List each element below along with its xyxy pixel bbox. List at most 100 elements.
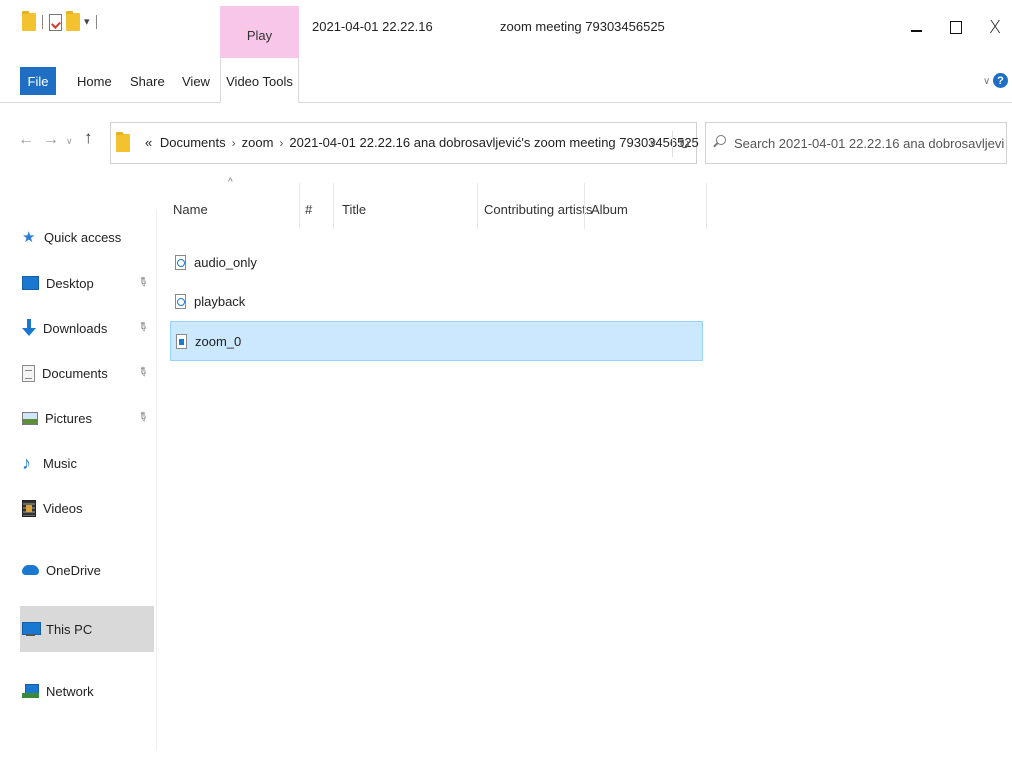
forward-arrow-icon[interactable]: →	[43, 131, 59, 149]
up-arrow-icon[interactable]: ↑	[84, 128, 93, 148]
quick-access-toolbar: ▾	[22, 11, 99, 31]
sidebar-item-documents[interactable]: Documents	[22, 361, 108, 385]
sidebar-item-label: Videos	[43, 500, 83, 516]
sidebar-item-label: OneDrive	[46, 562, 101, 578]
toolbar-divider	[95, 15, 97, 29]
file-row[interactable]: audio_only	[170, 242, 703, 282]
download-icon	[22, 319, 36, 337]
address-bar[interactable]: « Documents › zoom › 2021-04-01 22.22.16 ana…	[110, 122, 699, 164]
back-arrow-icon[interactable]: ←	[18, 131, 34, 149]
toolbar-divider	[42, 15, 43, 29]
window-title-date: 2021-04-01 22.22.16	[312, 19, 433, 34]
tab-home[interactable]: Home	[77, 74, 112, 89]
context-tab-label: Play	[246, 28, 273, 43]
file-row[interactable]: playback	[170, 281, 703, 321]
videos-icon	[22, 499, 36, 517]
ribbon-tabs: File Home Share View Video Tools ∨ ?	[0, 58, 1012, 103]
column-divider[interactable]	[299, 183, 300, 229]
sidebar-item-label: Quick access	[44, 229, 122, 245]
refresh-button[interactable]: ↻	[672, 131, 696, 157]
breadcrumb-item-zoom[interactable]: zoom	[242, 135, 274, 150]
sidebar-item-downloads[interactable]: Downloads	[22, 316, 107, 340]
pin-icon[interactable]: ✎	[135, 408, 151, 425]
sidebar-item-label: This PC	[46, 621, 93, 637]
pin-icon[interactable]: ✎	[135, 363, 151, 380]
column-divider[interactable]	[477, 183, 478, 229]
customize-toolbar-chevron-icon[interactable]: ▾	[84, 16, 90, 28]
context-tab-header: Play	[220, 6, 299, 58]
window-title-name: zoom meeting 79303456525	[500, 19, 665, 34]
tab-view[interactable]: View	[182, 74, 210, 89]
refresh-icon: ↻	[678, 135, 691, 152]
sidebar-item-label: Downloads	[43, 320, 108, 336]
pin-icon[interactable]: ✎	[135, 273, 151, 290]
network-icon	[22, 683, 39, 699]
minimize-icon	[910, 30, 922, 32]
sidebar-item-desktop[interactable]: Desktop	[22, 271, 94, 295]
column-header-contributing-artists[interactable]: Contributing artists	[484, 202, 592, 217]
tab-file[interactable]: File	[20, 67, 56, 95]
this-pc-icon	[22, 622, 41, 636]
pin-icon[interactable]: ✎	[135, 318, 151, 335]
video-file-icon	[176, 333, 187, 349]
sidebar-item-this-pc[interactable]: This PC	[22, 617, 92, 641]
breadcrumb-item-documents[interactable]: Documents	[160, 135, 226, 150]
tab-share[interactable]: Share	[130, 74, 165, 89]
sidebar-item-quick-access[interactable]: ★ Quick access	[22, 225, 121, 249]
breadcrumb: « Documents › zoom › 2021-04-01 22.22.16 ana…	[145, 135, 699, 150]
column-header-name[interactable]: Name	[173, 202, 208, 217]
music-icon: ♪	[22, 453, 31, 473]
minimize-button[interactable]	[896, 12, 936, 42]
media-file-icon	[175, 254, 186, 270]
sidebar-item-network[interactable]: Network	[22, 679, 94, 703]
tab-video-tools-label: Video Tools	[226, 74, 293, 89]
media-file-icon	[175, 293, 186, 309]
properties-icon[interactable]	[49, 13, 62, 31]
sidebar-item-label: Desktop	[46, 275, 94, 291]
recent-locations-chevron-icon[interactable]: ∨	[66, 136, 73, 147]
maximize-icon	[950, 20, 962, 34]
file-name: playback	[194, 293, 246, 309]
search-box[interactable]	[705, 122, 1007, 164]
onedrive-icon	[22, 565, 39, 575]
sidebar-item-label: Network	[46, 683, 94, 699]
pictures-icon	[22, 411, 38, 425]
column-header-title[interactable]: Title	[342, 202, 366, 217]
expand-ribbon-chevron-icon[interactable]: ∨	[983, 76, 990, 87]
navigation-pane: ★ Quick access Desktop ✎ Downloads ✎ Doc…	[0, 210, 157, 750]
column-header-album[interactable]: Album	[591, 202, 628, 217]
column-divider[interactable]	[333, 183, 334, 229]
file-name: zoom_0	[195, 333, 242, 349]
new-folder-icon[interactable]	[66, 11, 80, 31]
star-icon: ★	[22, 228, 36, 246]
sidebar-item-onedrive[interactable]: OneDrive	[22, 558, 101, 582]
title-bar: ▾ Play 2021-04-01 22.22.16 zoom meeting …	[0, 0, 1012, 58]
folder-icon	[22, 11, 36, 31]
sidebar-item-label: Music	[43, 455, 77, 471]
sidebar-item-pictures[interactable]: Pictures	[22, 406, 92, 430]
tab-video-tools[interactable]: Video Tools	[220, 58, 299, 103]
address-history-chevron-icon[interactable]: ∨	[649, 137, 657, 150]
sidebar-item-music[interactable]: ♪ Music	[22, 451, 77, 475]
breadcrumb-overflow[interactable]: «	[145, 135, 152, 150]
column-divider[interactable]	[706, 183, 707, 229]
navigation-bar: ← → ∨ ↑ « Documents › zoom › 2021-04-01 22.2…	[0, 103, 1012, 175]
search-input[interactable]	[734, 133, 1004, 153]
column-divider[interactable]	[584, 183, 585, 229]
search-icon	[716, 135, 726, 145]
close-button[interactable]: X	[975, 12, 1012, 42]
help-icon[interactable]: ?	[993, 73, 1008, 88]
column-header-number[interactable]: #	[305, 202, 312, 217]
file-row-selected[interactable]: zoom_0	[170, 321, 703, 361]
breadcrumb-item-meeting-folder[interactable]: 2021-04-01 22.22.16 ana dobrosavljević's…	[289, 135, 698, 150]
sort-ascending-icon: ^	[228, 177, 233, 188]
maximize-button[interactable]	[936, 12, 976, 42]
sidebar-item-label: Documents	[42, 365, 108, 381]
breadcrumb-separator-icon[interactable]: ›	[232, 136, 236, 150]
documents-icon	[22, 364, 35, 382]
sidebar-item-label: Pictures	[45, 410, 92, 426]
file-name: audio_only	[194, 254, 257, 270]
breadcrumb-separator-icon[interactable]: ›	[279, 136, 283, 150]
folder-icon	[116, 132, 130, 152]
sidebar-item-videos[interactable]: Videos	[22, 496, 83, 520]
